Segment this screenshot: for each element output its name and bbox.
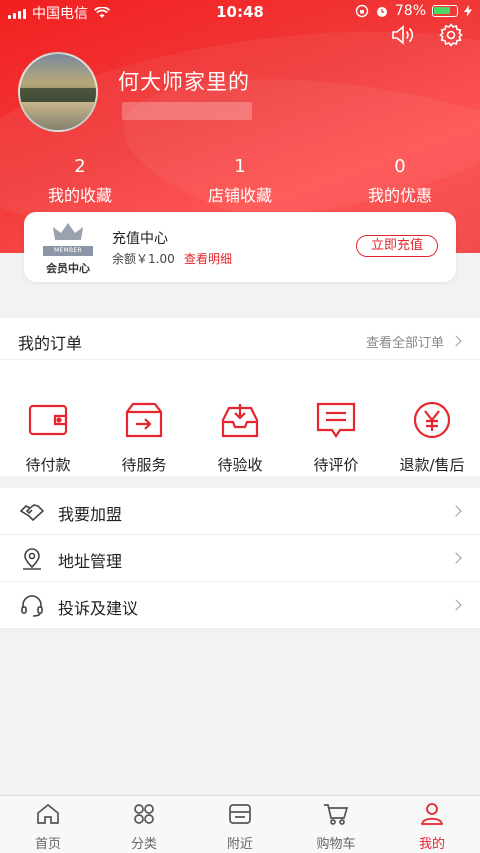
menu-item-label: 投诉及建议 — [58, 599, 139, 618]
charging-icon — [464, 5, 472, 17]
stat-favorites[interactable]: 2 我的收藏 — [0, 156, 160, 206]
orders-header: 我的订单 查看全部订单 — [0, 318, 480, 360]
stat-number: 2 — [74, 156, 86, 177]
tab-label: 分类 — [130, 837, 157, 852]
chevron-right-icon — [450, 599, 462, 611]
menu-item-join[interactable]: 我要加盟 — [0, 488, 480, 535]
alarm-icon — [376, 7, 387, 17]
status-bar: 中国电信 10:48 78% — [0, 0, 480, 24]
order-pending-payment[interactable]: 待付款 — [0, 400, 96, 475]
order-status-row: 待付款 待服务 待验收 待评价 退款/售后 — [0, 400, 480, 475]
order-item-label: 待付款 — [25, 456, 71, 474]
tab-label: 首页 — [34, 837, 61, 852]
menu-item-label: 地址管理 — [58, 552, 123, 571]
view-all-orders-link[interactable]: 查看全部订单 — [366, 332, 444, 351]
stat-number: 0 — [394, 156, 406, 177]
stat-label: 店铺收藏 — [207, 186, 272, 205]
order-item-label: 待验收 — [217, 456, 263, 474]
recharge-now-button[interactable]: 立即充值 — [356, 235, 438, 257]
category-grid-icon — [134, 804, 154, 824]
tab-label: 购物车 — [316, 837, 356, 852]
orders-section: 我的订单 查看全部订单 待付款 待服务 待验收 待评价 退款/售后 — [0, 318, 480, 476]
battery-percent: 78% — [394, 3, 426, 19]
crown-icon — [53, 223, 83, 240]
nearby-shop-icon — [229, 804, 251, 824]
headset-icon — [21, 595, 43, 617]
orders-title: 我的订单 — [18, 334, 83, 353]
stat-coupons[interactable]: 0 我的优惠 — [320, 156, 480, 206]
location-pin-icon — [23, 548, 41, 570]
bottom-tab-bar: 首页 分类 附近 购物车 我的 — [0, 795, 480, 853]
header-actions — [390, 22, 464, 48]
order-pending-service[interactable]: 待服务 — [96, 400, 192, 475]
yen-circle-icon — [413, 401, 451, 439]
cart-icon — [324, 804, 349, 825]
order-item-label: 待评价 — [313, 456, 359, 474]
member-center[interactable]: MEMBER 会员中心 — [38, 222, 98, 275]
member-card: MEMBER 会员中心 充值中心 余额￥1.00 查看明细 立即充值 — [24, 212, 456, 282]
battery-fill — [434, 7, 451, 14]
settings-gear-icon[interactable] — [438, 22, 464, 48]
member-ribbon: MEMBER — [43, 246, 93, 256]
order-refund-aftersale[interactable]: 退款/售后 — [384, 400, 480, 475]
tab-category[interactable]: 分类 — [96, 796, 192, 853]
chevron-right-icon[interactable] — [450, 335, 462, 347]
service-box-icon — [125, 402, 163, 438]
order-item-label: 待服务 — [121, 456, 167, 474]
member-center-label: 会员中心 — [46, 262, 90, 275]
status-right-group: 78% — [355, 3, 472, 19]
handshake-icon — [20, 504, 44, 522]
chevron-right-icon — [450, 505, 462, 517]
tab-cart[interactable]: 购物车 — [288, 796, 384, 853]
tab-home[interactable]: 首页 — [0, 796, 96, 853]
stat-store-favorites[interactable]: 1 店铺收藏 — [160, 156, 320, 206]
chevron-right-icon — [450, 552, 462, 564]
avatar-water — [20, 102, 96, 130]
stat-number: 1 — [234, 156, 246, 177]
settings-menu: 我要加盟 地址管理 投诉及建议 — [0, 488, 480, 629]
wallet-icon — [28, 404, 68, 436]
stat-label: 我的优惠 — [367, 186, 432, 205]
home-icon — [37, 803, 59, 824]
tab-label: 附近 — [226, 837, 253, 852]
order-pending-review[interactable]: 待评价 — [288, 400, 384, 475]
stat-label: 我的收藏 — [47, 186, 112, 205]
tab-label: 我的 — [418, 837, 445, 852]
comment-icon — [316, 402, 356, 438]
order-item-label: 退款/售后 — [399, 456, 465, 474]
stats-row: 2 我的收藏 1 店铺收藏 0 我的优惠 — [0, 156, 480, 206]
menu-item-label: 我要加盟 — [58, 505, 123, 524]
menu-item-feedback[interactable]: 投诉及建议 — [0, 582, 480, 629]
recharge-center-title: 充值中心 — [112, 231, 168, 247]
balance-text: 余额￥1.00 — [112, 252, 175, 266]
user-icon — [420, 803, 444, 825]
order-pending-acceptance[interactable]: 待验收 — [192, 400, 288, 475]
avatar[interactable] — [18, 52, 98, 132]
menu-item-address[interactable]: 地址管理 — [0, 535, 480, 582]
username: 何大师家里的 — [118, 70, 250, 94]
battery-icon — [432, 5, 458, 17]
inbox-download-icon — [221, 404, 259, 438]
tab-mine[interactable]: 我的 — [384, 796, 480, 853]
view-details-link[interactable]: 查看明细 — [184, 250, 232, 267]
blurred-user-id — [122, 102, 252, 120]
rotation-lock-icon — [355, 4, 369, 18]
tab-nearby[interactable]: 附近 — [192, 796, 288, 853]
speaker-icon[interactable] — [390, 22, 416, 48]
